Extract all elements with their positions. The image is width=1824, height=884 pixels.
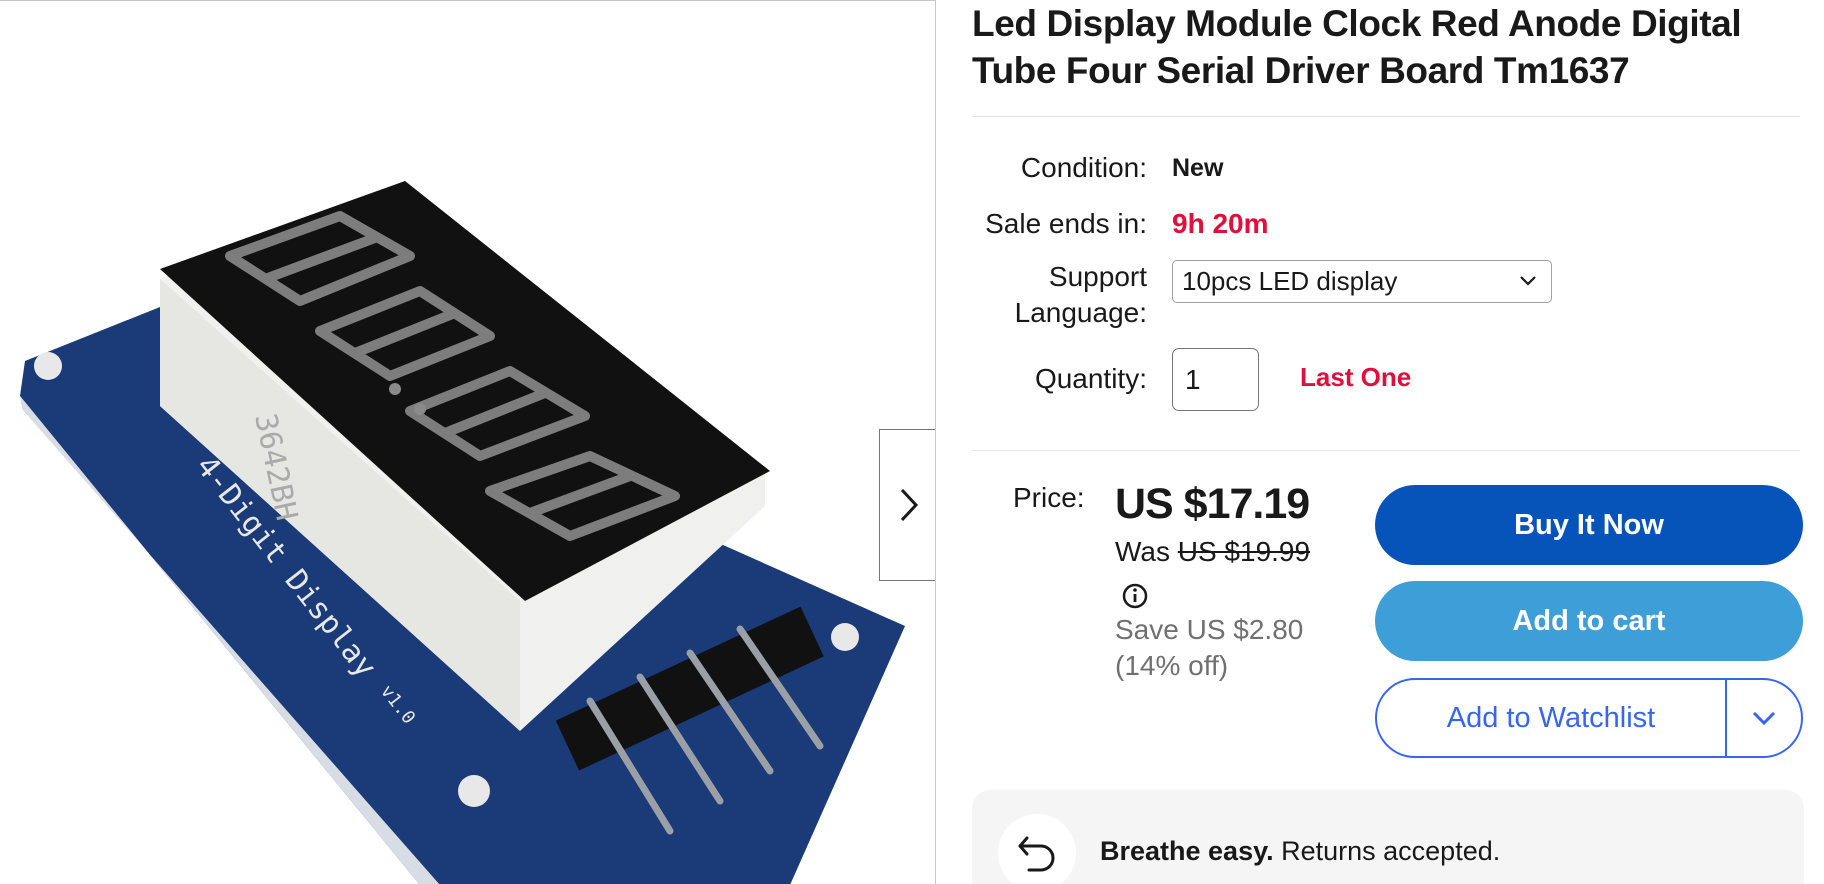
divider [972,116,1800,117]
item-details: Led Display Module Clock Red Anode Digit… [972,0,1804,884]
next-image-button[interactable] [879,429,935,581]
condition-label: Condition: [1020,152,1147,183]
chevron-right-icon [900,488,918,522]
support-language-label-line2: Language: [1014,297,1147,328]
returns-rest-text: Returns accepted. [1273,836,1501,866]
quantity-input[interactable] [1172,348,1259,411]
was-prefix: Was [1115,536,1170,567]
sale-ends-label: Sale ends in: [985,208,1147,239]
savings-text: Save US $2.80 (14% off) [1115,614,1304,681]
chevron-down-icon [1752,711,1776,726]
price-value: US $17.19 [1115,480,1310,528]
divider [972,450,1800,451]
buy-it-now-button[interactable]: Buy It Now [1375,485,1803,565]
chevron-down-icon [1519,261,1537,317]
support-language-select[interactable]: 10pcs LED display [1172,260,1552,303]
info-icon[interactable] [1121,582,1149,610]
returns-bold-text: Breathe easy. [1100,836,1274,866]
support-language-selected: 10pcs LED display [1182,266,1398,296]
add-to-watchlist-button[interactable]: Add to Watchlist [1375,678,1803,758]
stock-note: Last One [1300,362,1412,392]
was-price-line: Was US $19.99 [1115,536,1310,568]
image-gallery: 4-Digit Display v1.0 3642BH [0,0,936,884]
product-image[interactable]: 4-Digit Display v1.0 3642BH [0,1,936,884]
was-price: US $19.99 [1177,536,1311,567]
returns-banner: Breathe easy. Returns accepted. [972,790,1804,884]
returns-text: Breathe easy. Returns accepted. [1100,836,1500,867]
support-language-label-line1: Support [1048,261,1147,292]
add-to-cart-button[interactable]: Add to cart [1375,581,1803,661]
returns-icon-wrapper [998,814,1076,884]
watchlist-dropdown-button[interactable] [1727,710,1801,726]
product-title: Led Display Module Clock Red Anode Digit… [972,3,1742,91]
add-to-watchlist-label: Add to Watchlist [1446,701,1656,734]
return-arrow-icon [1018,836,1055,872]
condition-value: New [1172,154,1224,182]
price-label: Price: [1013,482,1085,513]
quantity-label: Quantity: [1034,363,1147,394]
sale-ends-value: 9h 20m [1172,208,1269,239]
